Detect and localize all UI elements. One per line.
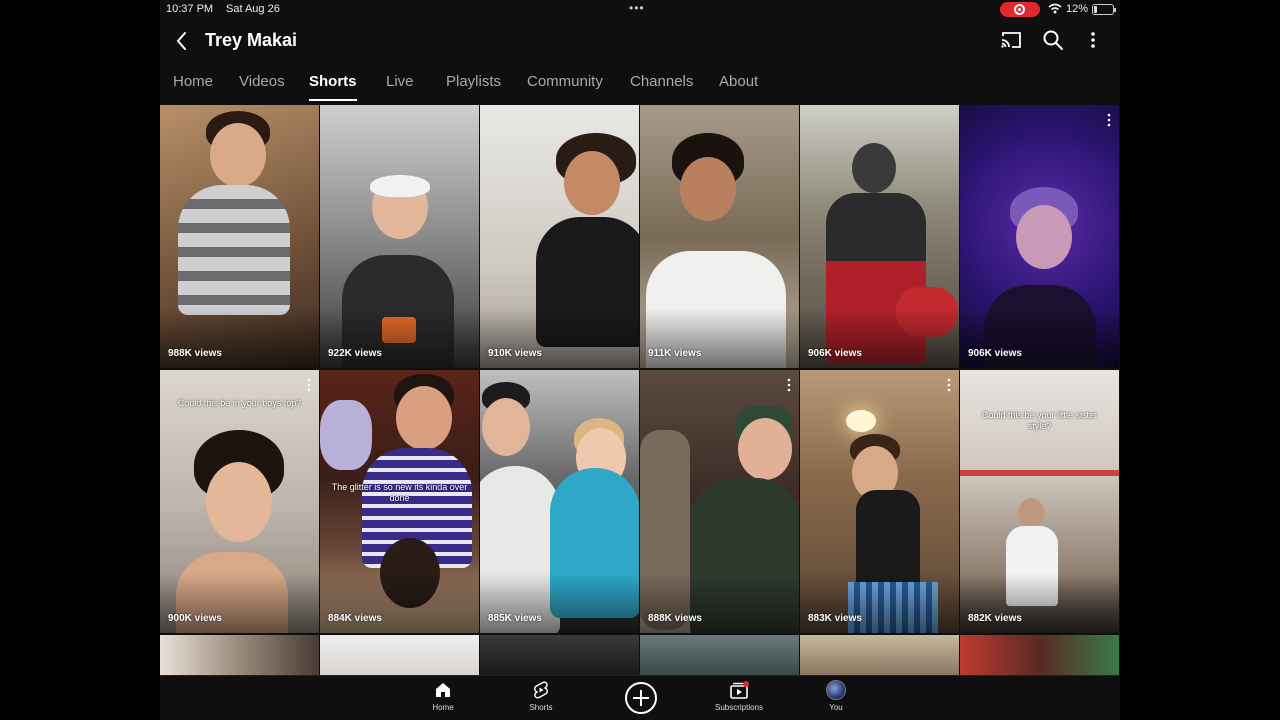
tab-videos[interactable]: Videos <box>239 73 285 90</box>
short-views: 888K views <box>648 613 702 624</box>
status-bar: 10:37 PM Sat Aug 26 ••• 12% <box>160 0 1120 20</box>
short-more-icon[interactable] <box>787 378 791 392</box>
tab-home[interactable]: Home <box>173 73 213 90</box>
channel-tabs: Home Videos Shorts Live Playlists Commun… <box>160 62 1120 104</box>
short-thumbnail[interactable] <box>960 635 1119 675</box>
short-views: 882K views <box>968 613 1022 624</box>
short-views: 922K views <box>328 348 382 359</box>
short-thumbnail[interactable]: 885K views <box>480 370 639 633</box>
back-arrow-icon[interactable] <box>172 29 192 53</box>
short-caption: Could this be in your boys top? <box>177 398 302 408</box>
short-more-icon[interactable] <box>947 378 951 392</box>
screen-recording-icon <box>1000 2 1040 17</box>
nav-you[interactable]: You <box>796 680 876 712</box>
subscriptions-icon <box>730 681 749 699</box>
short-views: 883K views <box>808 613 862 624</box>
battery-icon <box>1092 4 1116 15</box>
short-thumbnail[interactable]: Could this be in your boys top? 900K vie… <box>160 370 319 633</box>
short-views: 884K views <box>328 613 382 624</box>
short-thumbnail[interactable]: 888K views <box>640 370 799 633</box>
shorts-grid: 988K views 922K views 910K views 911K vi… <box>160 105 1120 675</box>
tab-channels[interactable]: Channels <box>630 73 693 90</box>
tab-shorts[interactable]: Shorts <box>309 73 357 101</box>
wifi-icon <box>1048 3 1062 14</box>
short-thumbnail[interactable]: Could this be your little sister style? … <box>960 370 1119 633</box>
cast-icon[interactable] <box>1000 30 1022 50</box>
short-thumbnail[interactable]: 922K views <box>320 105 479 368</box>
short-views: 906K views <box>968 348 1022 359</box>
nav-subscriptions[interactable]: Subscriptions <box>699 680 779 712</box>
nav-home-label: Home <box>432 703 454 712</box>
tab-live[interactable]: Live <box>386 73 414 90</box>
tab-playlists[interactable]: Playlists <box>446 73 501 90</box>
nav-shorts[interactable]: Shorts <box>501 680 581 712</box>
short-views: 900K views <box>168 613 222 624</box>
short-more-icon[interactable] <box>307 378 311 392</box>
short-views: 911K views <box>648 348 702 359</box>
short-thumbnail[interactable] <box>800 635 959 675</box>
channel-header: Trey Makai <box>160 20 1120 62</box>
short-views: 988K views <box>168 348 222 359</box>
more-options-icon[interactable] <box>1086 29 1100 51</box>
nav-you-label: You <box>829 703 843 712</box>
short-thumbnail[interactable]: 883K views <box>800 370 959 633</box>
multitask-dots[interactable]: ••• <box>629 1 645 15</box>
short-thumbnail[interactable]: 911K views <box>640 105 799 368</box>
short-views: 885K views <box>488 613 542 624</box>
avatar <box>826 680 846 700</box>
create-button[interactable] <box>625 682 657 714</box>
short-thumbnail[interactable] <box>320 635 479 675</box>
nav-home[interactable]: Home <box>403 680 483 712</box>
short-thumbnail[interactable] <box>160 635 319 675</box>
status-time: 10:37 PM <box>166 3 214 15</box>
short-thumbnail[interactable]: 906K views <box>960 105 1119 368</box>
short-caption: The glitter is so new its kinda over don… <box>331 482 468 503</box>
short-thumbnail[interactable]: 906K views <box>800 105 959 368</box>
short-more-icon[interactable] <box>1107 113 1111 127</box>
nav-shorts-label: Shorts <box>529 703 553 712</box>
channel-title: Trey Makai <box>205 30 298 50</box>
search-icon[interactable] <box>1042 29 1064 51</box>
short-caption: Could this be your little sister style? <box>981 410 1098 431</box>
youtube-app: 10:37 PM Sat Aug 26 ••• 12% Trey Makai H… <box>160 0 1120 720</box>
short-thumbnail[interactable] <box>640 635 799 675</box>
short-thumbnail[interactable]: 988K views <box>160 105 319 368</box>
tab-community[interactable]: Community <box>527 73 603 90</box>
battery-percent: 12% <box>1066 3 1089 15</box>
short-thumbnail[interactable]: 910K views <box>480 105 639 368</box>
short-thumbnail[interactable] <box>480 635 639 675</box>
bottom-navigation: Home Shorts Subscriptions You <box>160 675 1120 720</box>
short-views: 906K views <box>808 348 862 359</box>
tab-about[interactable]: About <box>719 73 758 90</box>
shorts-icon <box>534 681 548 699</box>
nav-subscriptions-label: Subscriptions <box>714 703 764 712</box>
short-views: 910K views <box>488 348 542 359</box>
status-date: Sat Aug 26 <box>226 3 280 15</box>
home-icon <box>436 683 450 697</box>
short-thumbnail[interactable]: The glitter is so new its kinda over don… <box>320 370 479 633</box>
